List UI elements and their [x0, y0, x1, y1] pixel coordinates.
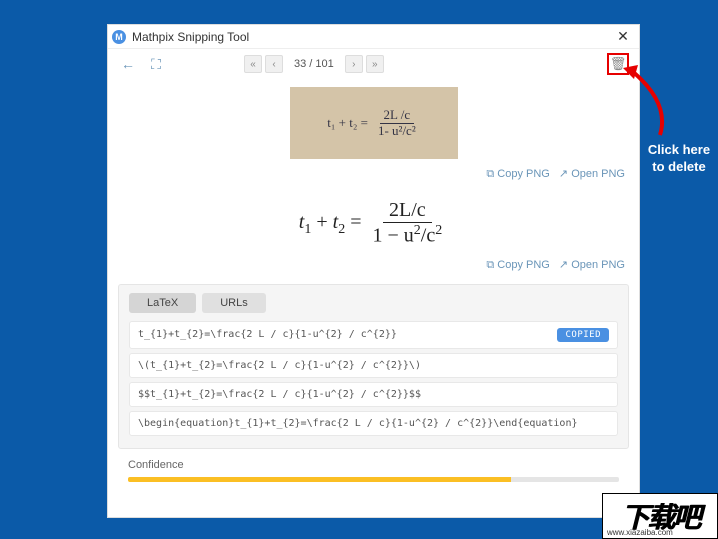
nav-first-button[interactable]: « — [244, 55, 262, 73]
code-row-1[interactable]: \(t_{1}+t_{2}=\frac{2 L / c}{1-u^{2} / c… — [129, 353, 618, 378]
handwriting-formula: t₁ + t₂ = 2L /c 1- u²/c² — [327, 108, 419, 138]
app-logo-icon: M — [112, 30, 126, 44]
watermark: 下载吧 www.xiazaiba.com — [602, 493, 718, 539]
nav-group: « ‹ 33 / 101 › » — [244, 55, 384, 73]
nav-next-button[interactable]: › — [345, 55, 363, 73]
copy-icon: ⧉ — [486, 168, 494, 180]
toolbar: ← ⛶ « ‹ 33 / 101 › » 🗑 — [108, 49, 639, 79]
tabs: LaTeX URLs — [129, 293, 618, 313]
r-fraction: 2L/c 1 − u2/c2 — [366, 199, 448, 248]
tab-urls[interactable]: URLs — [202, 293, 266, 313]
nav-last-button[interactable]: » — [366, 55, 384, 73]
delete-button[interactable]: 🗑 — [607, 53, 629, 75]
confidence-label: Confidence — [128, 459, 619, 471]
code-text-1: \(t_{1}+t_{2}=\frac{2 L / c}{1-u^{2} / c… — [138, 360, 609, 371]
hw-left: t₁ + t₂ = — [327, 115, 368, 131]
callout-line2: to delete — [643, 159, 715, 176]
snip-actions: ⧉ Copy PNG ↗ Open PNG — [118, 165, 629, 187]
toolbar-right: 🗑 — [607, 53, 629, 75]
render-actions: ⧉ Copy PNG ↗ Open PNG — [118, 256, 629, 278]
r-denominator: 1 − u2/c2 — [366, 223, 448, 248]
confidence-bar — [128, 477, 619, 482]
open-png-label: Open PNG — [571, 168, 625, 180]
annotation-callout: Click here to delete — [643, 142, 715, 176]
app-window: M Mathpix Snipping Tool ✕ ← ⛶ « ‹ 33 / 1… — [107, 24, 640, 518]
copy-png-button-2[interactable]: ⧉ Copy PNG — [486, 259, 553, 271]
copy-png-button[interactable]: ⧉ Copy PNG — [486, 168, 553, 180]
back-icon[interactable]: ← — [118, 56, 138, 72]
close-button[interactable]: ✕ — [611, 28, 635, 45]
open-png-button-2[interactable]: ↗ Open PNG — [559, 259, 625, 271]
app-title: Mathpix Snipping Tool — [132, 30, 249, 44]
callout-line1: Click here — [643, 142, 715, 159]
page-counter: 33 / 101 — [294, 58, 334, 70]
open-icon: ↗ — [559, 259, 568, 271]
r-eq: = — [345, 211, 366, 233]
screenshot-icon[interactable]: ⛶ — [146, 56, 166, 73]
code-row-3[interactable]: \begin{equation}t_{1}+t_{2}=\frac{2 L / … — [129, 411, 618, 436]
snip-image: t₁ + t₂ = 2L /c 1- u²/c² — [290, 87, 458, 159]
nav-prev-button[interactable]: ‹ — [265, 55, 283, 73]
content-area: t₁ + t₂ = 2L /c 1- u²/c² ⧉ Copy PNG ↗ Op… — [108, 79, 639, 517]
tab-latex[interactable]: LaTeX — [129, 293, 196, 313]
r-numerator: 2L/c — [383, 199, 432, 223]
code-row-0[interactable]: t_{1}+t_{2}=\frac{2 L / c}{1-u^{2} / c^{… — [129, 321, 618, 349]
copy-png-label-2: Copy PNG — [497, 259, 550, 271]
titlebar: M Mathpix Snipping Tool ✕ — [108, 25, 639, 49]
rendered-equation: t1 + t2 = 2L/c 1 − u2/c2 — [118, 187, 629, 256]
code-text-2: $$t_{1}+t_{2}=\frac{2 L / c}{1-u^{2} / c… — [138, 389, 609, 400]
r-plus: + — [311, 211, 332, 233]
code-text-0: t_{1}+t_{2}=\frac{2 L / c}{1-u^{2} / c^{… — [138, 329, 549, 340]
copy-png-label: Copy PNG — [497, 168, 550, 180]
open-icon: ↗ — [559, 168, 568, 180]
open-png-label-2: Open PNG — [571, 259, 625, 271]
confidence-section: Confidence — [118, 449, 629, 490]
trash-icon: 🗑 — [610, 56, 627, 72]
copy-icon: ⧉ — [486, 259, 494, 271]
hw-fraction: 2L /c 1- u²/c² — [374, 108, 420, 138]
code-text-3: \begin{equation}t_{1}+t_{2}=\frac{2 L / … — [138, 418, 609, 429]
hw-denominator: 1- u²/c² — [374, 124, 420, 138]
output-panel: LaTeX URLs t_{1}+t_{2}=\frac{2 L / c}{1-… — [118, 284, 629, 449]
watermark-url: www.xiazaiba.com — [607, 528, 673, 537]
open-png-button[interactable]: ↗ Open PNG — [559, 168, 625, 180]
copied-badge: COPIED — [557, 328, 609, 342]
hw-numerator: 2L /c — [380, 108, 415, 123]
code-row-2[interactable]: $$t_{1}+t_{2}=\frac{2 L / c}{1-u^{2} / c… — [129, 382, 618, 407]
titlebar-left: M Mathpix Snipping Tool — [112, 30, 249, 44]
